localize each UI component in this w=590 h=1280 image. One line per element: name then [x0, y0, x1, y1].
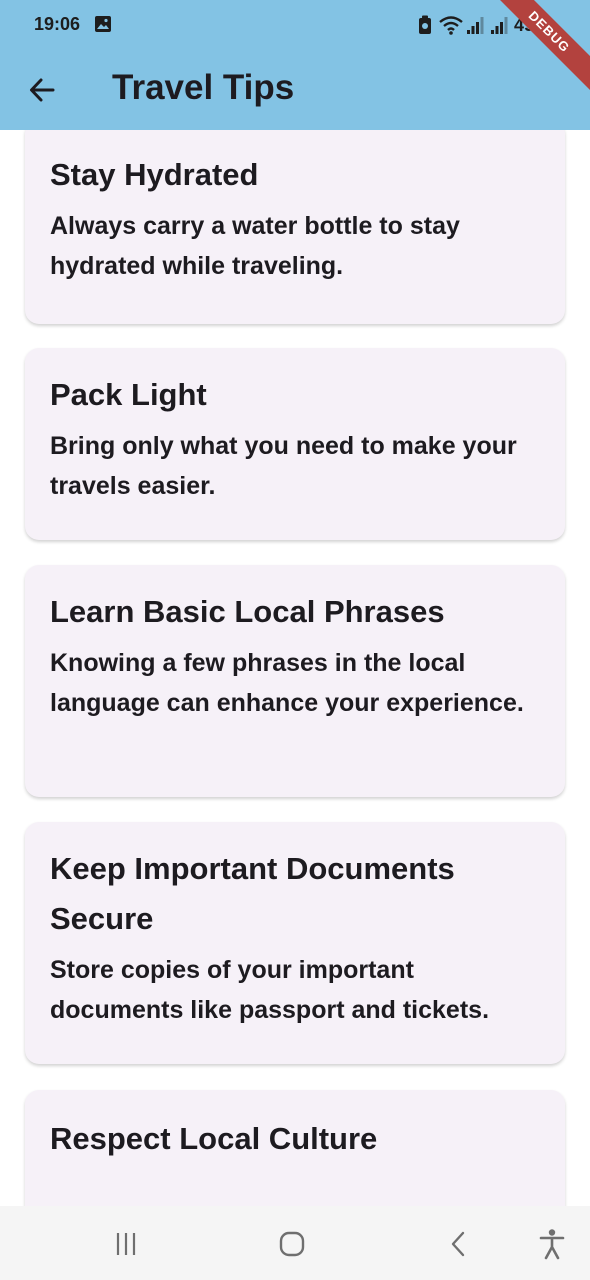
tip-description: Knowing a few phrases in the local langu… — [50, 649, 524, 717]
tip-card: Pack Light Bring only what you need to m… — [25, 348, 565, 540]
tip-title: Learn Basic Local Phrases — [50, 594, 445, 629]
accessibility-button[interactable] — [532, 1224, 572, 1264]
home-button[interactable] — [272, 1224, 312, 1264]
tip-description: Store copies of your important documents… — [50, 956, 490, 1024]
tips-list[interactable]: Stay Hydrated Always carry a water bottl… — [0, 130, 590, 1206]
accessibility-icon — [539, 1229, 565, 1260]
back-icon — [451, 1231, 465, 1257]
recent-apps-icon — [116, 1233, 136, 1255]
tip-card: Stay Hydrated Always carry a water bottl… — [25, 130, 565, 324]
tip-description: Bring only what you need to make your tr… — [50, 432, 517, 500]
status-bar: 19:06 DEBUG — [0, 0, 590, 101]
tip-card: Learn Basic Local Phrases Knowing a few … — [25, 565, 565, 797]
recent-apps-button[interactable] — [106, 1224, 146, 1264]
arrow-left-icon — [30, 78, 55, 102]
wifi-icon — [439, 16, 463, 35]
app-bar: Travel Tips — [0, 50, 590, 130]
tip-card: Respect Local Culture — [25, 1090, 565, 1206]
system-back-button[interactable] — [438, 1224, 478, 1264]
tip-description: Always carry a water bottle to stay hydr… — [50, 212, 460, 280]
back-button[interactable] — [20, 68, 64, 112]
signal-1-icon — [466, 17, 484, 34]
app-header: 19:06 DEBUG Travel Tips — [0, 0, 590, 130]
battery-saver-icon — [418, 15, 431, 34]
signal-2-icon — [490, 17, 508, 34]
tip-title: Respect Local Culture — [50, 1121, 378, 1156]
system-navigation-bar — [0, 1206, 590, 1280]
page-title: Travel Tips — [112, 68, 295, 107]
tip-title: Pack Light — [50, 377, 207, 412]
home-icon — [279, 1231, 305, 1257]
tip-card: Keep Important Documents Secure Store co… — [25, 822, 565, 1064]
tip-title: Keep Important Documents Secure — [50, 851, 455, 936]
gallery-notification-icon — [95, 16, 111, 32]
tip-title: Stay Hydrated — [50, 157, 259, 192]
status-time: 19:06 — [34, 14, 81, 34]
